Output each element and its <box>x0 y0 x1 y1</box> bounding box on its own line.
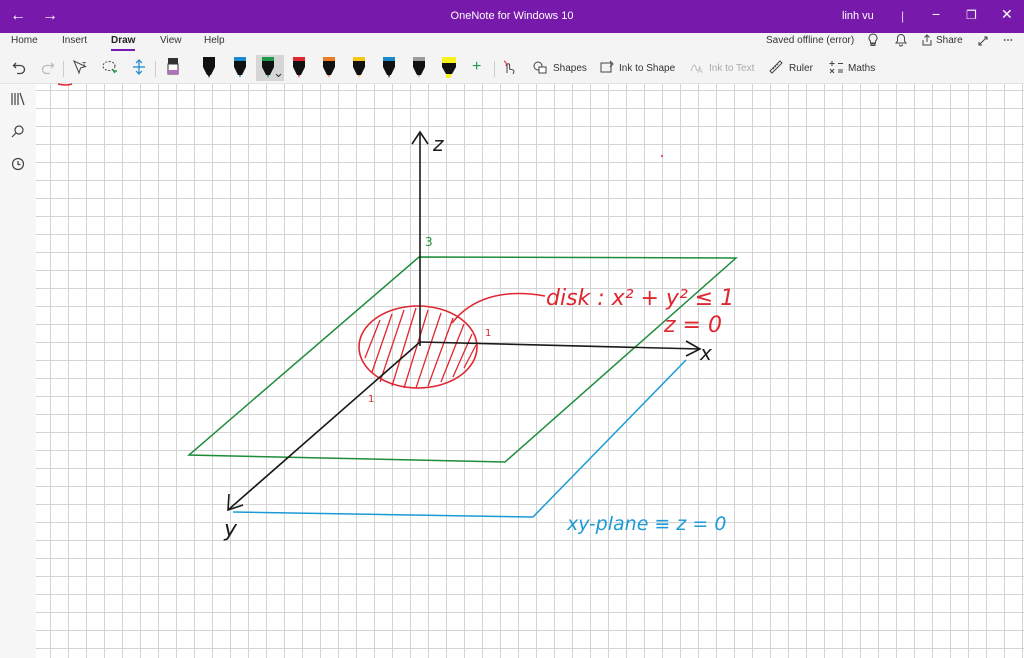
ink-stroke <box>57 83 73 86</box>
blue-xy-plane-outline <box>232 359 687 518</box>
z-tick-label: 3 <box>425 235 433 249</box>
x-axis <box>419 341 701 350</box>
ink-dot <box>661 155 663 157</box>
disk-pointer-line <box>451 292 546 324</box>
y-axis-label: y <box>223 517 238 542</box>
disk-z-equation: z = 0 <box>663 313 722 338</box>
z-axis-label: z <box>432 132 444 156</box>
red-disk-outline <box>358 305 478 389</box>
x-axis-label: x <box>699 341 712 365</box>
ink-drawing: z x y 3 1 1 disk : x² + y² ≤ 1 z = 0 xy-… <box>57 83 738 542</box>
x-tick-label: 1 <box>485 328 491 339</box>
disk-equation: disk : x² + y² ≤ 1 <box>546 286 734 311</box>
y-tick-label: 1 <box>368 394 374 405</box>
y-axis <box>227 341 421 511</box>
xy-plane-label: xy-plane ≡ z = 0 <box>566 513 726 535</box>
